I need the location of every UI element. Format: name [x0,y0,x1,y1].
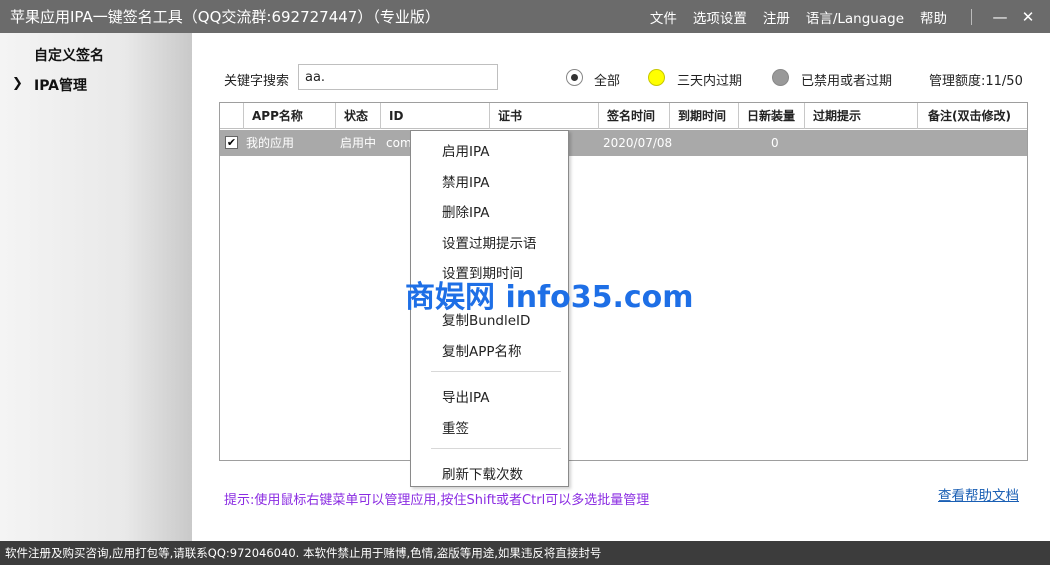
header-expire-tip[interactable]: 过期提示 [805,103,918,129]
status-bar: 软件注册及购买咨询,应用打包等,请联系QQ:972046040. 本软件禁止用于… [0,541,1050,565]
radio-all-label: 全部 [594,74,621,89]
sidebar: 自定义签名 ❯ IPA管理 [0,33,192,541]
header-note[interactable]: 备注(双击修改) [918,103,1027,129]
menu-item-disable-ipa[interactable]: 禁用IPA [442,171,490,191]
menu-register[interactable]: 注册 [763,7,790,27]
header-checkbox-col [220,103,244,129]
cell-app-name: 我的应用 [246,136,295,150]
menu-item-copy-app-name[interactable]: 复制APP名称 [442,340,522,360]
minimize-button[interactable]: — [986,5,1014,29]
header-status[interactable]: 状态 [336,103,381,129]
header-app-name[interactable]: APP名称 [244,103,336,129]
help-doc-link[interactable]: 查看帮助文档 [938,484,1019,504]
radio-disabled-label: 已禁用或者过期 [801,74,893,89]
cell-sign-time: 2020/07/08 [603,136,673,150]
window-title: 苹果应用IPA一键签名工具（QQ交流群:692727447）（专业版） [10,8,440,26]
menu-item-enable-ipa[interactable]: 启用IPA [442,140,490,160]
close-icon: ✕ [1021,7,1035,26]
cell-daily-installs: 0 [771,136,779,150]
chevron-right-icon: ❯ [12,76,23,91]
row-checkbox[interactable]: ✔ [225,136,238,149]
hint-text: 提示:使用鼠标右键菜单可以管理应用,按住Shift或者Ctrl可以多选批量管理 [224,493,650,508]
menu-language[interactable]: 语言/Language [806,7,904,27]
header-cert[interactable]: 证书 [490,103,599,129]
menu-item-delete-ipa[interactable]: 删除IPA [442,201,490,221]
header-expire-time[interactable]: 到期时间 [670,103,739,129]
sidebar-item-custom-sign[interactable]: 自定义签名 [34,45,104,65]
menu-item-set-expire-tip[interactable]: 设置过期提示语 [442,232,537,252]
menu-file[interactable]: 文件 [650,7,677,27]
radio-expiring[interactable] [648,69,665,86]
menu-separator [431,371,561,372]
search-label: 关键字搜索 [224,74,290,89]
menu-help[interactable]: 帮助 [920,7,947,27]
menu-item-refresh-downloads[interactable]: 刷新下载次数 [442,463,523,483]
radio-disabled[interactable] [772,69,789,86]
menu-bar: 文件 选项设置 注册 语言/Language 帮助 [650,7,963,27]
watermark: 商娱网 info35.com [405,280,694,315]
search-input[interactable] [298,64,498,90]
header-daily-installs[interactable]: 日新装量 [739,103,805,129]
menu-options[interactable]: 选项设置 [693,7,747,27]
quota-text: 管理额度:11/50 [929,74,1023,89]
menu-item-export-ipa[interactable]: 导出IPA [442,386,490,406]
menu-item-resign[interactable]: 重签 [442,417,469,437]
close-button[interactable]: ✕ [1014,5,1042,29]
radio-expiring-label: 三天内过期 [677,74,743,89]
table-row[interactable]: ✔ 我的应用 启用中 com. 2020/07/08 0 [220,130,1027,156]
header-sign-time[interactable]: 签名时间 [599,103,670,129]
sidebar-item-ipa-manage[interactable]: IPA管理 [34,75,87,95]
menu-separator [431,448,561,449]
cell-status: 启用中 [340,136,377,150]
minimize-icon: — [992,7,1008,26]
header-id[interactable]: ID [381,103,490,129]
title-bar: 苹果应用IPA一键签名工具（QQ交流群:692727447）（专业版） 文件 选… [0,0,1050,33]
radio-all[interactable] [566,69,583,86]
menu-divider [971,8,972,25]
table-header: APP名称 状态 ID 证书 签名时间 到期时间 日新装量 过期提示 备注(双击… [220,103,1027,129]
